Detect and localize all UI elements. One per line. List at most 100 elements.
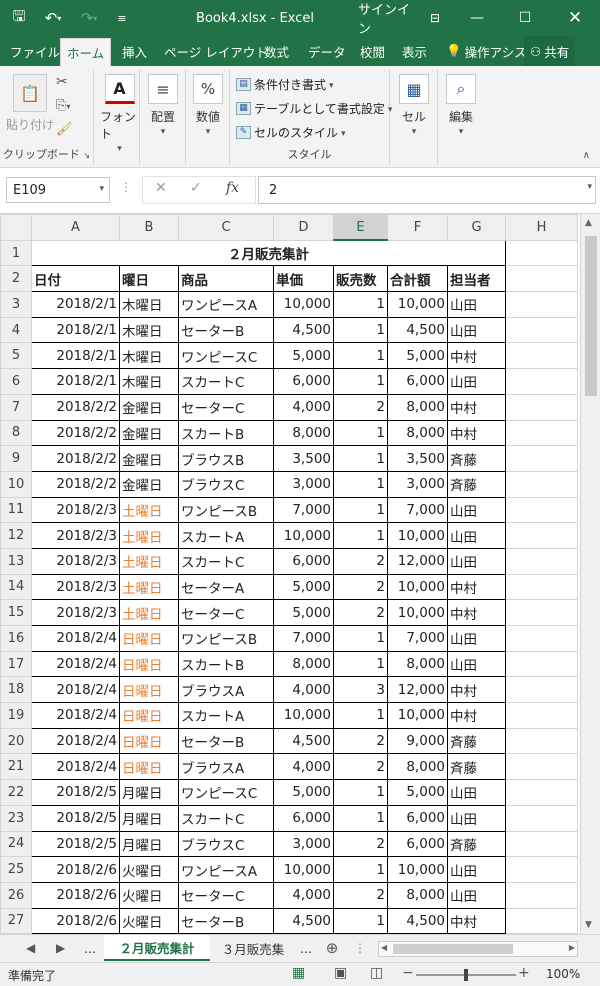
- close-icon[interactable]: ✕: [558, 0, 592, 36]
- date-cell[interactable]: 2018/2/1: [31, 291, 120, 318]
- ribbon-display-icon[interactable]: ⊟: [422, 0, 448, 36]
- undo-icon[interactable]: ↶ ▾: [38, 0, 68, 36]
- header-cell[interactable]: 単価: [273, 265, 334, 293]
- rep-cell[interactable]: 山田: [447, 881, 506, 909]
- column-header-g[interactable]: G: [447, 214, 506, 241]
- date-cell[interactable]: 2018/2/2: [31, 393, 120, 421]
- weekday-cell[interactable]: 月曜日: [119, 830, 179, 858]
- price-cell[interactable]: 4,000: [273, 676, 334, 704]
- collapse-ribbon-icon[interactable]: ∧: [583, 150, 590, 161]
- date-cell[interactable]: 2018/2/3: [31, 573, 120, 601]
- weekday-cell[interactable]: 木曜日: [119, 291, 179, 318]
- product-cell[interactable]: スカートC: [178, 547, 274, 575]
- cell-empty[interactable]: [505, 804, 578, 832]
- column-header-e[interactable]: E: [333, 214, 388, 242]
- quantity-cell[interactable]: 2: [333, 393, 388, 421]
- price-cell[interactable]: 4,000: [273, 881, 334, 909]
- weekday-cell[interactable]: 木曜日: [119, 316, 179, 344]
- vertical-scrollbar[interactable]: ▲ ▼: [580, 214, 600, 934]
- quantity-cell[interactable]: 2: [333, 573, 388, 601]
- product-cell[interactable]: ブラウスA: [178, 676, 274, 704]
- font-button[interactable]: A フォント ▾: [100, 74, 139, 154]
- product-cell[interactable]: セーターC: [178, 599, 274, 626]
- product-cell[interactable]: セーターA: [178, 573, 274, 601]
- tab-view[interactable]: 表示: [396, 36, 433, 66]
- editing-button[interactable]: ⌕ 編集 ▾: [446, 74, 476, 137]
- price-cell[interactable]: 4,500: [273, 727, 334, 755]
- weekday-cell[interactable]: 土曜日: [119, 522, 179, 549]
- price-cell[interactable]: 6,000: [273, 547, 334, 575]
- row-header[interactable]: 7: [0, 393, 32, 421]
- date-cell[interactable]: 2018/2/4: [31, 676, 120, 704]
- quantity-cell[interactable]: 1: [333, 368, 388, 395]
- product-cell[interactable]: スカートA: [178, 702, 274, 729]
- cells-button[interactable]: ▦ セル ▾: [399, 74, 429, 137]
- tab-home[interactable]: ホーム: [60, 38, 112, 66]
- cancel-icon[interactable]: ✕: [155, 180, 167, 196]
- date-cell[interactable]: 2018/2/2: [31, 419, 120, 447]
- product-cell[interactable]: ブラウスC: [178, 830, 274, 858]
- minimize-icon[interactable]: —: [462, 0, 492, 36]
- date-cell[interactable]: 2018/2/3: [31, 522, 120, 549]
- row-header[interactable]: 2: [0, 265, 32, 293]
- row-header[interactable]: 10: [0, 470, 32, 498]
- row-header[interactable]: 6: [0, 368, 32, 395]
- row-header[interactable]: 26: [0, 881, 32, 909]
- product-cell[interactable]: セーターB: [178, 316, 274, 344]
- rep-cell[interactable]: 山田: [447, 368, 506, 395]
- total-cell[interactable]: 4,500: [387, 907, 448, 934]
- total-cell[interactable]: 8,000: [387, 419, 448, 447]
- price-cell[interactable]: 6,000: [273, 804, 334, 832]
- zoom-in-icon[interactable]: +: [518, 965, 530, 981]
- product-cell[interactable]: スカートC: [178, 804, 274, 832]
- quantity-cell[interactable]: 1: [333, 702, 388, 729]
- zoom-slider-thumb[interactable]: [464, 969, 468, 981]
- total-cell[interactable]: 5,000: [387, 779, 448, 806]
- price-cell[interactable]: 3,000: [273, 830, 334, 858]
- next-sheet-icon[interactable]: ▶: [56, 941, 65, 955]
- rep-cell[interactable]: 中村: [447, 702, 506, 729]
- total-cell[interactable]: 10,000: [387, 573, 448, 601]
- date-cell[interactable]: 2018/2/1: [31, 342, 120, 370]
- cell-empty[interactable]: [505, 625, 578, 652]
- rep-cell[interactable]: 山田: [447, 625, 506, 652]
- quantity-cell[interactable]: 1: [333, 907, 388, 934]
- header-cell[interactable]: 曜日: [119, 265, 179, 293]
- quantity-cell[interactable]: 1: [333, 496, 388, 524]
- rep-cell[interactable]: 斉藤: [447, 830, 506, 858]
- rep-cell[interactable]: 斉藤: [447, 445, 506, 472]
- date-cell[interactable]: 2018/2/4: [31, 727, 120, 755]
- rep-cell[interactable]: 山田: [447, 316, 506, 344]
- row-header[interactable]: 24: [0, 830, 32, 858]
- cell-empty[interactable]: [505, 753, 578, 781]
- row-header[interactable]: 14: [0, 573, 32, 601]
- header-cell[interactable]: 商品: [178, 265, 274, 293]
- tab-formulas[interactable]: 数式: [258, 36, 295, 66]
- select-all-corner[interactable]: [0, 214, 32, 241]
- insert-function-icon[interactable]: fx: [226, 180, 239, 196]
- date-cell[interactable]: 2018/2/6: [31, 856, 120, 883]
- total-cell[interactable]: 10,000: [387, 599, 448, 626]
- row-header[interactable]: 18: [0, 676, 32, 704]
- price-cell[interactable]: 4,000: [273, 393, 334, 421]
- cell-empty[interactable]: [505, 727, 578, 755]
- format-painter-icon[interactable]: 🖌: [56, 122, 73, 137]
- row-header[interactable]: 11: [0, 496, 32, 524]
- enter-icon[interactable]: ✓: [190, 180, 202, 196]
- redo-icon[interactable]: ↷ ▾: [74, 0, 104, 36]
- dialog-launcher-icon[interactable]: ↘: [83, 151, 90, 160]
- scroll-left-icon[interactable]: ◀: [381, 943, 387, 952]
- zoom-level[interactable]: 100%: [546, 967, 580, 981]
- weekday-cell[interactable]: 土曜日: [119, 547, 179, 575]
- row-header[interactable]: 21: [0, 753, 32, 781]
- product-cell[interactable]: セーターC: [178, 881, 274, 909]
- cell-empty[interactable]: [505, 419, 578, 447]
- number-button[interactable]: % 数値 ▾: [193, 74, 223, 137]
- date-cell[interactable]: 2018/2/3: [31, 599, 120, 626]
- horizontal-scrollbar[interactable]: ◀ ▶: [378, 941, 578, 957]
- quantity-cell[interactable]: 1: [333, 856, 388, 883]
- cell-empty[interactable]: [505, 650, 578, 678]
- row-header[interactable]: 25: [0, 856, 32, 883]
- product-cell[interactable]: セーターB: [178, 727, 274, 755]
- price-cell[interactable]: 8,000: [273, 650, 334, 678]
